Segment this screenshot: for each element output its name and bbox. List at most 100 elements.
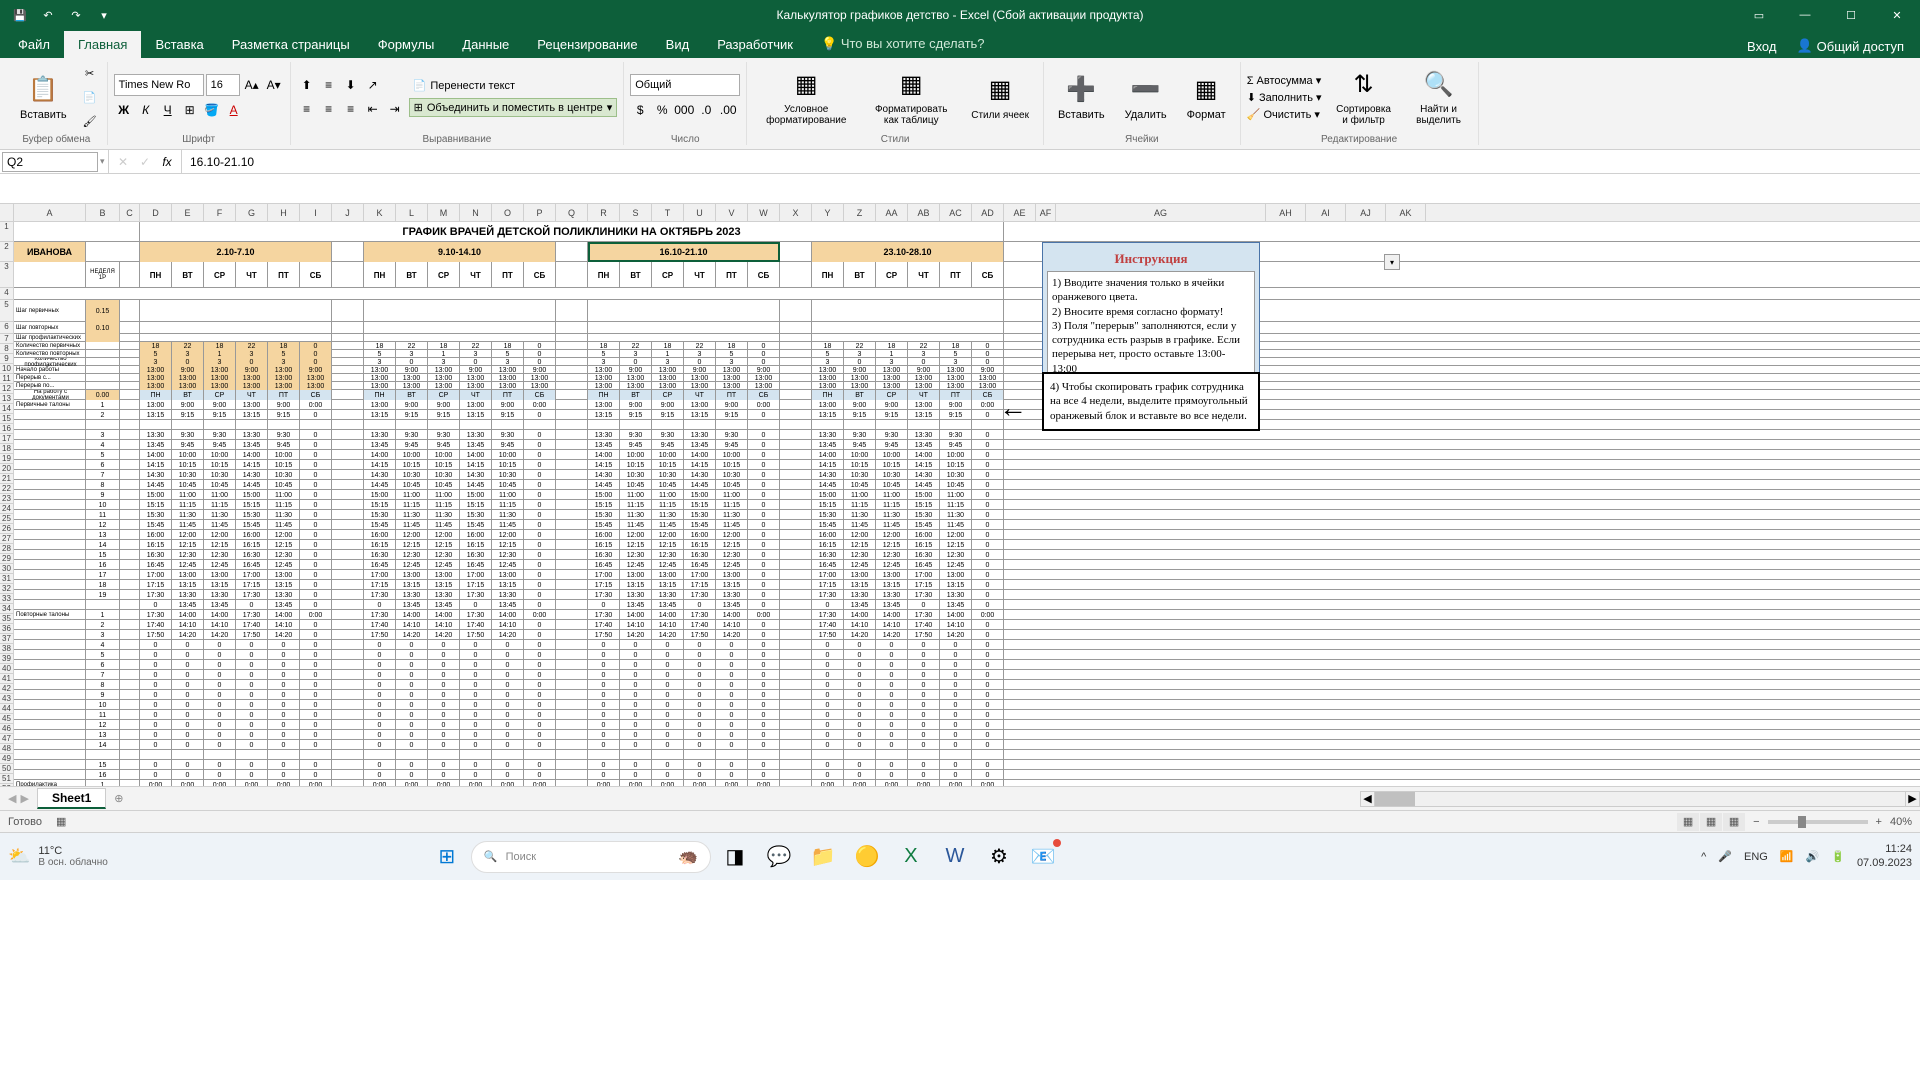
tab-developer[interactable]: Разработчик: [703, 31, 807, 58]
clock[interactable]: 11:24 07.09.2023: [1857, 843, 1912, 869]
macro-record-icon[interactable]: ▦: [56, 815, 66, 828]
close-icon[interactable]: ✕: [1874, 0, 1920, 30]
share-button[interactable]: 👤 Общий доступ: [1786, 34, 1914, 58]
tab-home[interactable]: Главная: [64, 31, 141, 58]
italic-icon[interactable]: К: [136, 100, 156, 120]
name-box-dropdown-icon[interactable]: ▾: [100, 156, 108, 167]
view-normal-icon[interactable]: ▦: [1677, 813, 1699, 831]
explorer-icon[interactable]: 📁: [803, 837, 843, 877]
minimize-icon[interactable]: —: [1782, 0, 1828, 30]
decrease-indent-icon[interactable]: ⇤: [363, 99, 383, 119]
bold-icon[interactable]: Ж: [114, 100, 134, 120]
format-painter-icon[interactable]: 🖌: [79, 110, 101, 132]
wifi-icon[interactable]: 📶: [1780, 850, 1794, 863]
align-middle-icon[interactable]: ≡: [319, 75, 339, 95]
redo-qat-icon[interactable]: ↷: [64, 3, 88, 27]
font-name-combo[interactable]: Times New Ro: [114, 74, 204, 96]
name-box[interactable]: Q2: [2, 152, 98, 172]
paste-button[interactable]: 📋 Вставить: [12, 69, 75, 125]
tab-formulas[interactable]: Формулы: [364, 31, 449, 58]
autosum-button[interactable]: Σ Автосумма ▾: [1247, 74, 1322, 87]
horizontal-scrollbar[interactable]: ◀ ▶: [1360, 791, 1920, 807]
align-left-icon[interactable]: ≡: [297, 99, 317, 119]
wrap-text-button[interactable]: 📄 Перенести текст: [409, 77, 618, 94]
maximize-icon[interactable]: ☐: [1828, 0, 1874, 30]
weather-widget[interactable]: ⛅ 11°C В осн. облачно: [8, 845, 108, 868]
decrease-font-icon[interactable]: A▾: [264, 75, 284, 95]
volume-icon[interactable]: 🔊: [1806, 850, 1820, 863]
view-page-break-icon[interactable]: ▦: [1723, 813, 1745, 831]
tab-insert[interactable]: Вставка: [141, 31, 217, 58]
login-button[interactable]: Вход: [1737, 35, 1786, 58]
sheet-tab-1[interactable]: Sheet1: [37, 788, 106, 809]
sheet-nav-last-icon[interactable]: ▶: [20, 792, 28, 805]
clear-button[interactable]: 🧹 Очистить ▾: [1247, 108, 1322, 121]
currency-icon[interactable]: $: [630, 100, 650, 120]
align-bottom-icon[interactable]: ⬇: [341, 75, 361, 95]
ribbon-options-icon[interactable]: ▭: [1736, 0, 1782, 30]
add-sheet-icon[interactable]: ⊕: [106, 792, 131, 805]
accept-formula-icon[interactable]: ✓: [135, 152, 155, 172]
thousands-icon[interactable]: 000: [674, 100, 694, 120]
task-view-icon[interactable]: ◨: [715, 837, 755, 877]
underline-icon[interactable]: Ч: [158, 100, 178, 120]
merge-center-button[interactable]: ⊞ Объединить и поместить в центре ▾: [409, 98, 618, 117]
delete-cells-button[interactable]: ➖Удалить: [1117, 69, 1175, 125]
);p=[interactable]: ✕: [113, 152, 133, 172]
battery-icon[interactable]: 🔋: [1831, 850, 1845, 863]
cut-icon[interactable]: ✂: [79, 62, 101, 84]
save-qat-icon[interactable]: 💾: [8, 3, 32, 27]
font-color-icon[interactable]: А: [224, 100, 244, 120]
insert-function-icon[interactable]: fx: [157, 152, 177, 172]
column-headers[interactable]: ABCDEFGHIJKLMNOPQRSTUVWXYZAAABACADAEAFAG…: [0, 204, 1920, 222]
insert-cells-button[interactable]: ➕Вставить: [1050, 69, 1113, 125]
font-size-combo[interactable]: 16: [206, 74, 240, 96]
row-headers[interactable]: 1234567891011121314151617181920212223242…: [0, 222, 14, 786]
grid[interactable]: ГРАФИК ВРАЧЕЙ ДЕТСКОЙ ПОЛИКЛИНИКИ НА ОКТ…: [14, 222, 1920, 786]
mic-icon[interactable]: 🎤: [1718, 850, 1732, 863]
tab-view[interactable]: Вид: [652, 31, 704, 58]
formula-input[interactable]: 16.10-21.10: [182, 150, 1920, 173]
tab-layout[interactable]: Разметка страницы: [218, 31, 364, 58]
cell-dropdown-icon[interactable]: ▾: [1384, 254, 1400, 270]
format-cells-button[interactable]: ▦Формат: [1179, 69, 1234, 125]
undo-qat-icon[interactable]: ↶: [36, 3, 60, 27]
tab-file[interactable]: Файл: [4, 31, 64, 58]
align-right-icon[interactable]: ≡: [341, 99, 361, 119]
conditional-format-button[interactable]: ▦Условное форматирование: [753, 64, 859, 130]
tab-review[interactable]: Рецензирование: [523, 31, 651, 58]
percent-icon[interactable]: %: [652, 100, 672, 120]
tell-me[interactable]: 💡 Что вы хотите сделать?: [807, 30, 999, 58]
align-top-icon[interactable]: ⬆: [297, 75, 317, 95]
sort-filter-button[interactable]: ⇅Сортировка и фильтр: [1326, 64, 1402, 130]
select-all-corner[interactable]: [0, 204, 14, 221]
zoom-slider[interactable]: [1768, 820, 1868, 824]
tray-chevron-icon[interactable]: ^: [1701, 851, 1706, 863]
view-page-layout-icon[interactable]: ▦: [1700, 813, 1722, 831]
decrease-decimal-icon[interactable]: .00: [718, 100, 738, 120]
orientation-icon[interactable]: ↗: [363, 75, 383, 95]
find-select-button[interactable]: 🔍Найти и выделить: [1406, 64, 1472, 130]
zoom-out-icon[interactable]: −: [1753, 816, 1759, 828]
tab-data[interactable]: Данные: [448, 31, 523, 58]
zoom-in-icon[interactable]: +: [1876, 816, 1882, 828]
scroll-thumb[interactable]: [1375, 792, 1415, 806]
settings-icon[interactable]: ⚙: [979, 837, 1019, 877]
copy-icon[interactable]: 📄: [79, 86, 101, 108]
qat-customize-icon[interactable]: ▾: [92, 3, 116, 27]
cell-styles-button[interactable]: ▦Стили ячеек: [963, 70, 1037, 125]
border-icon[interactable]: ⊞: [180, 100, 200, 120]
word-icon[interactable]: W: [935, 837, 975, 877]
fill-color-icon[interactable]: 🪣: [202, 100, 222, 120]
language-indicator[interactable]: ENG: [1744, 851, 1768, 863]
excel-icon[interactable]: X: [891, 837, 931, 877]
mail-icon[interactable]: 📧: [1023, 837, 1063, 877]
increase-font-icon[interactable]: A▴: [242, 75, 262, 95]
start-icon[interactable]: ⊞: [427, 837, 467, 877]
number-format-combo[interactable]: Общий: [630, 74, 740, 96]
zoom-level[interactable]: 40%: [1890, 816, 1912, 828]
format-table-button[interactable]: ▦Форматировать как таблицу: [863, 64, 959, 130]
chat-icon[interactable]: 💬: [759, 837, 799, 877]
sheet-nav-first-icon[interactable]: ◀: [8, 792, 16, 805]
fill-button[interactable]: ⬇ Заполнить ▾: [1247, 91, 1322, 104]
